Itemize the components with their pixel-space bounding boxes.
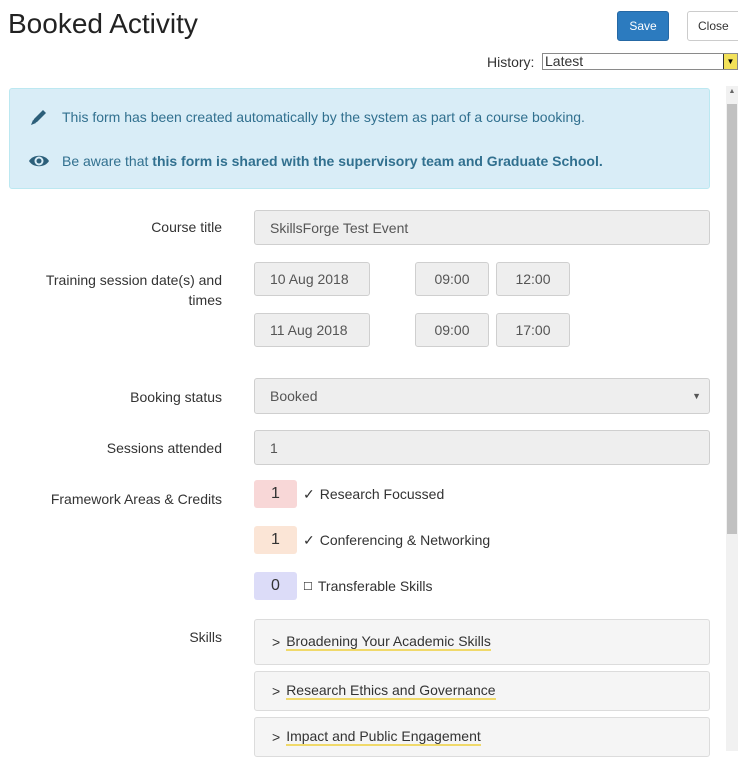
check-icon: ✓ (303, 485, 315, 502)
history-select[interactable]: Latest ▼ (542, 53, 738, 70)
session-end-time-field[interactable]: 12:00 (496, 262, 570, 296)
check-icon: ✓ (303, 531, 315, 548)
skill-panel-title[interactable]: Research Ethics and Governance (286, 682, 496, 700)
session-start-time-field[interactable]: 09:00 (415, 262, 489, 296)
course-title-field[interactable]: SkillsForge Test Event (254, 210, 710, 245)
session-end-time-field[interactable]: 17:00 (496, 313, 570, 347)
eye-icon (29, 155, 49, 167)
framework-row: 0 ☐ Transferable Skills (254, 572, 433, 600)
history-select-value: Latest (545, 53, 584, 69)
info-line-shared-bold: this form is shared with the supervisory… (152, 153, 603, 169)
skill-panel-broadening[interactable]: > Broadening Your Academic Skills (254, 619, 710, 665)
info-alert: This form has been created automatically… (9, 88, 710, 189)
framework-row: 1 ✓ Conferencing & Networking (254, 526, 490, 554)
skill-panel-title[interactable]: Broadening Your Academic Skills (286, 633, 491, 651)
info-line-shared: Be aware that this form is shared with t… (62, 153, 603, 169)
framework-name: Conferencing & Networking (319, 532, 491, 548)
skill-panel-title[interactable]: Impact and Public Engagement (286, 728, 481, 746)
sessions-label: Training session date(s) and times (45, 272, 222, 308)
info-line-shared-prefix: Be aware that (62, 153, 153, 169)
skill-panel-ethics[interactable]: > Research Ethics and Governance (254, 671, 710, 711)
booking-status-select[interactable]: Booked ▼ (254, 378, 710, 414)
chevron-right-icon: > (272, 683, 281, 699)
booking-status-label: Booking status (130, 389, 222, 405)
sessions-attended-label: Sessions attended (106, 440, 222, 456)
credit-count[interactable]: 0 (254, 572, 297, 600)
credit-count[interactable]: 1 (254, 480, 297, 508)
session-date-field[interactable]: 11 Aug 2018 (254, 313, 370, 347)
chevron-right-icon: > (272, 634, 281, 650)
skill-panel-impact[interactable]: > Impact and Public Engagement (254, 717, 710, 757)
scrollbar-thumb[interactable] (727, 104, 737, 534)
sessions-attended-field[interactable]: 1 (254, 430, 710, 465)
credit-count[interactable]: 1 (254, 526, 297, 554)
session-date-field[interactable]: 10 Aug 2018 (254, 262, 370, 296)
booking-status-value: Booked (270, 388, 318, 404)
session-start-time-field[interactable]: 09:00 (415, 313, 489, 347)
chevron-down-icon: ▼ (692, 391, 701, 401)
framework-areas-label: Framework Areas & Credits (50, 491, 222, 507)
chevron-right-icon: > (272, 729, 281, 745)
chevron-down-icon[interactable]: ▼ (723, 54, 737, 69)
scrollbar[interactable]: ▲ (726, 86, 738, 751)
framework-name: Transferable Skills (317, 578, 433, 594)
checkbox-empty-icon: ☐ (303, 580, 313, 593)
scroll-up-icon[interactable]: ▲ (726, 88, 738, 98)
save-button[interactable]: Save (617, 11, 669, 41)
page-title: Booked Activity (8, 8, 198, 39)
history-label: History: (487, 54, 535, 70)
course-title-label: Course title (151, 219, 222, 235)
framework-row: 1 ✓ Research Focussed (254, 480, 444, 508)
pencil-icon (31, 110, 46, 125)
skills-label: Skills (189, 629, 222, 645)
framework-name: Research Focussed (319, 486, 445, 502)
close-button[interactable]: Close (687, 11, 738, 41)
info-line-auto-created: This form has been created automatically… (62, 109, 585, 125)
